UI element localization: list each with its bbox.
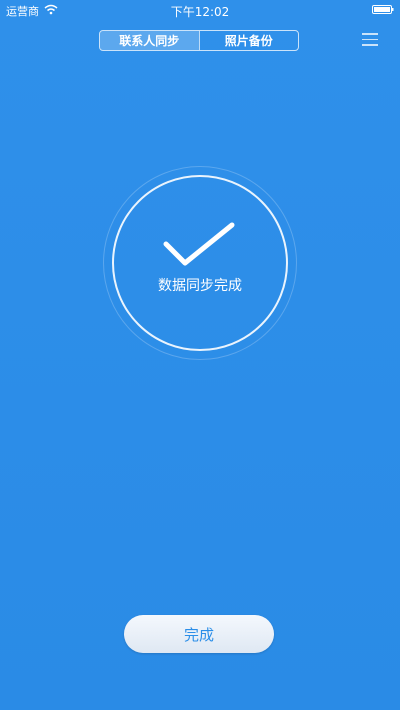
tab-switcher: 联系人同步 照片备份	[99, 30, 299, 51]
status-time: 下午12:02	[170, 5, 230, 19]
sync-complete-screen: 运营商 下午12:02 联系人同步 照片备份 数据同步完成 完成	[0, 0, 400, 710]
tab-photo-backup[interactable]: 照片备份	[200, 31, 299, 50]
checkmark-icon	[163, 222, 235, 266]
tab-contact-sync[interactable]: 联系人同步	[100, 31, 200, 50]
done-button[interactable]: 完成	[124, 615, 274, 653]
battery-icon	[372, 5, 394, 14]
sync-status-message: 数据同步完成	[158, 278, 242, 294]
status-bar: 运营商 下午12:02	[0, 0, 400, 20]
menu-icon[interactable]	[362, 33, 378, 47]
